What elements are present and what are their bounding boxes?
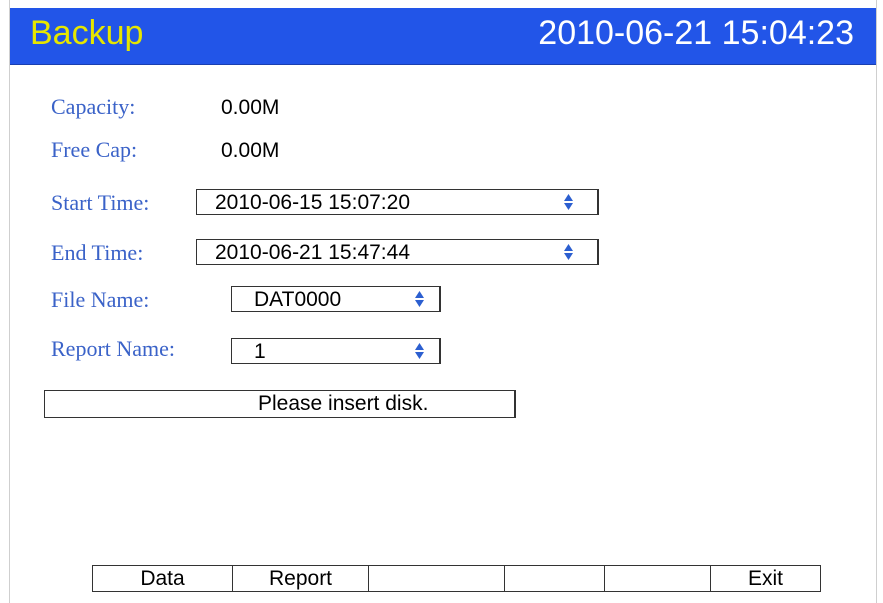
file-name-field[interactable]: DAT0000 [231,286,441,312]
end-time-label: End Time: [51,240,144,265]
report-name-value: 1 [254,340,266,363]
free-cap-label: Free Cap: [51,137,138,162]
data-softkey[interactable]: Data [93,566,233,591]
up-down-spinner-icon[interactable] [414,342,425,360]
report-name-label: Report Name: [51,336,176,361]
status-message: Please insert disk. [258,392,429,415]
softkey-3[interactable] [369,566,505,591]
softkey-5[interactable] [605,566,711,591]
backup-screen: Backup 2010-06-21 15:04:23 Capacity: 0.0… [9,0,877,603]
end-time-field[interactable]: 2010-06-21 15:47:44 [196,239,599,265]
report-softkey[interactable]: Report [233,566,369,591]
up-down-spinner-icon[interactable] [563,193,574,211]
capacity-value: 0.00M [221,96,280,119]
exit-softkey[interactable]: Exit [711,566,820,591]
softkey-bar: Data Report Exit [92,565,821,592]
softkey-4[interactable] [505,566,605,591]
file-name-value: DAT0000 [254,288,342,311]
up-down-spinner-icon[interactable] [563,243,574,261]
status-message-box: Please insert disk. [44,390,516,418]
title-bar: Backup 2010-06-21 15:04:23 [10,8,876,65]
start-time-label: Start Time: [51,190,150,215]
end-time-value: 2010-06-21 15:47:44 [215,241,410,264]
start-time-field[interactable]: 2010-06-15 15:07:20 [196,189,599,215]
screen-title: Backup [30,14,144,52]
file-name-label: File Name: [51,287,150,312]
system-clock: 2010-06-21 15:04:23 [538,14,854,52]
up-down-spinner-icon[interactable] [414,290,425,308]
report-name-field[interactable]: 1 [231,338,441,364]
capacity-label: Capacity: [51,94,136,119]
free-cap-value: 0.00M [221,139,280,162]
start-time-value: 2010-06-15 15:07:20 [215,191,410,214]
